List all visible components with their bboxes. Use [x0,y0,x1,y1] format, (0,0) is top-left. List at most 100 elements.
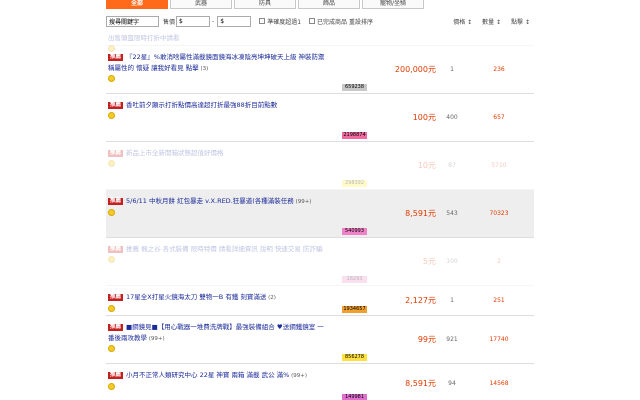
item-price: 8,591元 [405,209,436,218]
seller-smile-icon [108,345,115,352]
product-title-link[interactable]: 推薦 5/6/11 中秋月餅 紅包暴走 v.X.RED.狂暴道(各種滿裝任務 (9… [108,196,330,218]
tab-all[interactable]: 全部 [106,0,168,9]
price-label: 售價 [163,18,176,26]
seller-smile-icon [108,208,115,216]
comment-count: (3) [198,65,209,72]
item-code: 540993 [342,228,367,235]
comment-count: (99+) [293,199,312,205]
recommend-badge: 推薦 [108,294,124,301]
recommend-badge: 推薦 [108,150,124,157]
tab-accessories[interactable]: 飾品 [298,0,360,9]
product-title-link[interactable]: 推薦 小月不正常人類研究中心 22星 神寶 兩箱 滿載 武公 滿% (99+) [108,370,330,392]
table-row[interactable]: 推薦 小月不正常人類研究中心 22星 神寶 兩箱 滿載 武公 滿% (99+) 14… [106,364,534,400]
item-price: 5元 [422,257,436,266]
tab-pets[interactable]: 寵物/坐騎 [362,0,424,9]
comment-count: (99+) [147,335,165,342]
table-row[interactable]: 推薦 17星全X打星火鏡海太刀 雙物一B 有鐵 刻寶滿送 (2) 1934657 2,… [106,286,534,316]
item-code: 149981 [342,394,367,400]
item-views: 2 [497,258,501,265]
product-title-link[interactable]: 推薦 17星全X打星火鏡海太刀 雙物一B 有鐵 刻寶滿送 (2) [108,292,330,314]
product-rows: 出售頭盔限時打折中請看 推薦 『22星』%敢消啥屬性滿載鏡面鏡海冰凍陰亮坤坤破天上級… [106,32,536,400]
table-row[interactable]: 出售頭盔限時打折中請看 [106,32,534,52]
item-code: 298392 [342,180,367,187]
item-price: 200,000元 [394,65,436,74]
product-title-text: 小月不正常人類研究中心 22星 神寶 兩箱 滿載 武公 滿% [126,371,290,379]
item-quantity: 100 [446,258,458,265]
item-code: 2198874 [342,132,367,139]
item-views: 251 [493,297,505,304]
keyword-input[interactable] [106,15,159,27]
option2-label: 已完成商品 [317,18,348,26]
product-title-link[interactable]: 推薦 新品上市全新開箱狀態超值好價格 [108,148,330,169]
item-price: 100元 [412,113,436,122]
item-code: 18293 [342,276,367,283]
product-title-text: 5/6/11 中秋月餅 紅包暴走 v.X.RED.狂暴道(各種滿裝任務 [126,197,294,205]
product-title-link[interactable]: 推薦 『22星』%敢消啥屬性滿載鏡面鏡海冰凍陰亮坤坤破天上級 神裝防禦稱屬性的 懷… [108,52,330,85]
table-row[interactable]: 推薦 5/6/11 中秋月餅 紅包暴走 v.X.RED.狂暴道(各種滿裝任務 (9… [106,190,534,238]
comment-count: (99+) [289,373,308,379]
product-title-text: 新品上市全新開箱狀態超值好價格 [126,149,224,157]
recommend-badge: 推薦 [108,198,124,205]
item-quantity: 400 [446,114,458,121]
item-views: 236 [493,66,505,73]
item-price: 2,127元 [405,296,436,305]
seller-smile-icon [108,255,115,263]
item-views: 657 [493,114,505,121]
product-title-link[interactable]: 推薦 香吐前夕顯示打折點價高達超打折最強88折目前點數 [108,100,330,121]
table-row[interactable]: 推薦 『22星』%敢消啥屬性滿載鏡面鏡海冰凍陰亮坤坤破天上級 神裝防禦稱屬性的 懷… [106,46,534,94]
item-views: 5710 [491,162,507,169]
sort-controls: 價格 ↕ 數量 ↕ 點擊 ↕ [453,17,534,26]
product-title-text: 推薦 楓之谷 各式裝備 限時特價 請看詳細資訊 說明 快速交易 防詐騙 [126,245,323,253]
sort-price-button[interactable]: 價格 ↕ [453,17,472,26]
seller-smile-icon [108,159,115,167]
item-views: 17740 [489,336,509,343]
price-min-input[interactable] [176,15,211,27]
seller-smile-icon [108,75,115,82]
seller-smile-icon [108,382,115,390]
option2-checkbox[interactable] [309,18,316,24]
product-title-text: 17星全X打星火鏡海太刀 雙物一B 有鐵 刻寶滿送 [126,293,267,301]
product-title-text: 香吐前夕顯示打折點價高達超打折最強88折目前點數 [126,101,278,109]
option1-checkbox[interactable] [259,18,266,24]
option1-label: 準確度超過1 [267,18,302,26]
recommend-badge: 推薦 [108,372,124,379]
product-title-text: 出售頭盔限時打折中請看 [108,34,180,42]
comment-count: (2) [266,295,276,301]
item-views: 70323 [489,210,509,217]
product-title-link[interactable]: 推薦 推薦 楓之谷 各式裝備 限時特價 請看詳細資訊 說明 快速交易 防詐騙 [108,244,330,265]
reset-sort-button[interactable]: 重設排序 [349,17,373,26]
table-row[interactable]: 推薦 推薦 楓之谷 各式裝備 限時特價 請看詳細資訊 說明 快速交易 防詐騙 182… [106,238,534,286]
item-price: 99元 [417,335,436,344]
item-quantity: 543 [446,210,458,217]
item-price: 8,591元 [405,379,436,388]
item-quantity: 1 [450,66,454,73]
category-tabs: 全部 武器 防具 飾品 寵物/坐騎 [106,0,530,9]
table-row[interactable]: 推薦 新品上市全新開箱狀態超值好價格 298392 10元 87 5710 [106,142,534,190]
item-quantity: 87 [448,162,456,169]
item-code: 1934657 [342,306,367,313]
product-title-text: ■鋼鏡見■【用心戰器一堆費洗牌戰】最強裝備組合 ♥送鋼鐵鏡室 一番後兩攻教學 [108,323,324,342]
item-quantity: 1 [450,297,454,304]
recommend-badge: 推薦 [108,324,124,331]
item-views: 14568 [489,380,509,387]
tab-weapons[interactable]: 武器 [170,0,232,9]
product-title-link[interactable]: 推薦 ■鋼鏡見■【用心戰器一堆費洗牌戰】最強裝備組合 ♥送鋼鐵鏡室 一番後兩攻教學… [108,322,330,355]
seller-smile-icon [108,111,115,119]
price-max-input[interactable] [217,15,252,27]
price-dash: - [212,17,215,25]
item-price: 10元 [417,161,436,170]
seller-smile-icon [108,304,115,312]
recommend-badge: 推薦 [108,102,124,109]
product-list-panel: 全部 武器 防具 飾品 寵物/坐騎 售價 - 準確度超過1 已完成商品 重設排序… [102,0,538,400]
sort-qty-button[interactable]: 數量 ↕ [482,17,501,26]
tab-armor[interactable]: 防具 [234,0,296,9]
table-row[interactable]: 推薦 ■鋼鏡見■【用心戰器一堆費洗牌戰】最強裝備組合 ♥送鋼鐵鏡室 一番後兩攻教學… [106,316,534,364]
item-code: 659238 [342,84,367,91]
item-quantity: 94 [448,380,456,387]
product-title-text: 『22星』%敢消啥屬性滿載鏡面鏡海冰凍陰亮坤坤破天上級 神裝防禦稱屬性的 懷疑 … [108,53,325,72]
item-code: 856278 [342,354,367,361]
table-row[interactable]: 推薦 香吐前夕顯示打折點價高達超打折最強88折目前點數 2198874 100元 400… [106,94,534,142]
recommend-badge: 推薦 [108,54,124,61]
sort-views-button[interactable]: 點擊 ↕ [511,17,530,26]
filter-bar: 售價 - 準確度超過1 已完成商品 重設排序 價格 ↕ 數量 ↕ 點擊 ↕ [106,14,534,28]
